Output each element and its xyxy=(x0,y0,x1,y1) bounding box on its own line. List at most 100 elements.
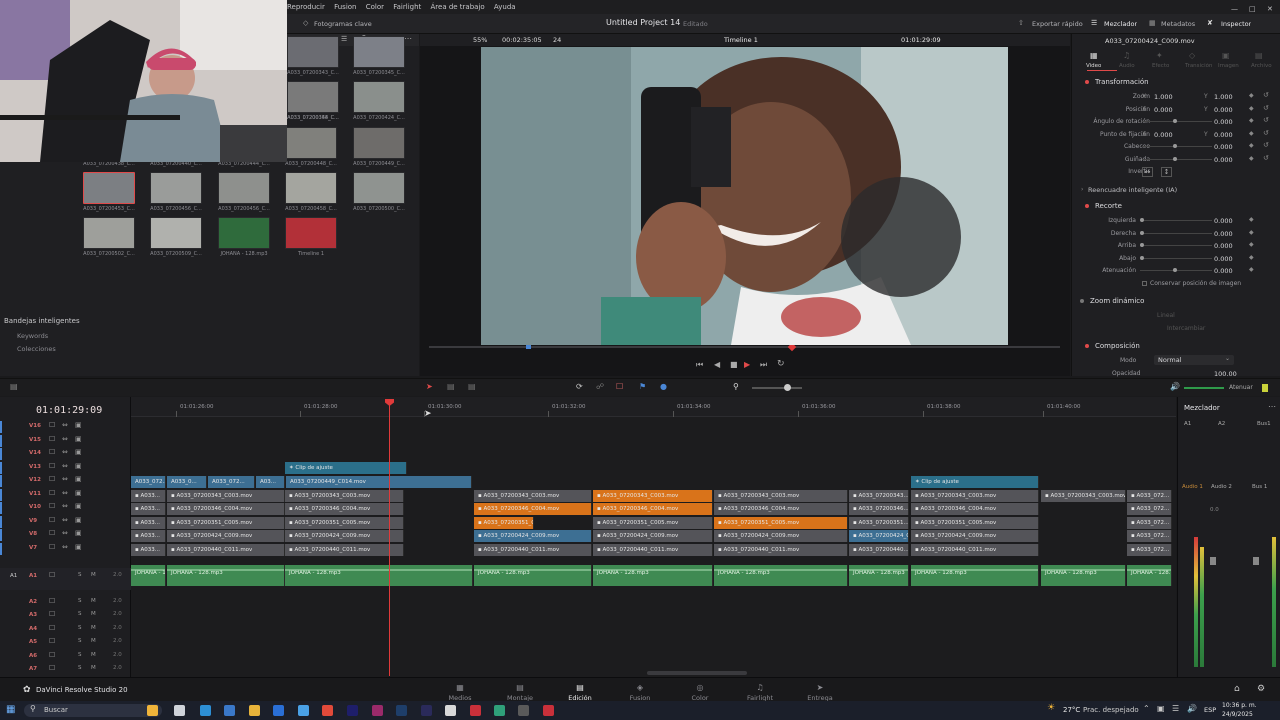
slider-handle[interactable] xyxy=(1173,119,1177,123)
lock-icon[interactable]: ☐ xyxy=(49,597,55,605)
timeline-clip[interactable]: ▪ A033_07200351_C005.mov xyxy=(593,517,713,529)
crop-slider[interactable] xyxy=(1140,245,1212,246)
timeline-clip[interactable]: ▪ A033_07200351_C0... xyxy=(474,517,534,529)
tab-edit[interactable]: ▤ Edición xyxy=(555,683,605,702)
dynamic-trim-icon[interactable]: ▤ xyxy=(468,382,476,391)
inspector-button[interactable]: Inspector xyxy=(1221,20,1251,28)
viewer-scrubber[interactable] xyxy=(429,346,1060,348)
quick-export-button[interactable]: Exportar rápido xyxy=(1032,20,1083,28)
menu-item-fusion[interactable]: Fusion xyxy=(334,0,356,14)
timeline-clip[interactable]: ▪ A033_07200346_C004.mov xyxy=(167,503,285,515)
keyframe-icon[interactable]: ◆ xyxy=(1249,216,1254,223)
keyframe-icon[interactable]: ◆ xyxy=(1249,254,1254,261)
timeline-clip[interactable]: ▪ A033... xyxy=(131,530,166,542)
wifi-icon[interactable]: ☰ xyxy=(1172,704,1179,713)
transform-slider[interactable] xyxy=(1142,146,1212,147)
timeline-clip[interactable]: ▪ A033... xyxy=(131,544,166,556)
timeline-clip[interactable]: A033_072... xyxy=(131,476,166,488)
video-track-header[interactable]: V15 ☐ ⇔ ▣ xyxy=(0,434,131,448)
inspector-tab-1[interactable]: Audio xyxy=(1119,63,1135,69)
capture-icon[interactable] xyxy=(543,705,554,716)
keyframe-icon[interactable]: ◆ xyxy=(1249,142,1254,149)
lock-icon[interactable]: ☐ xyxy=(49,462,55,470)
onenote-icon[interactable] xyxy=(372,705,383,716)
media-clip-thumbnail[interactable] xyxy=(285,217,337,249)
tab-deliver[interactable]: ➤ Entrega xyxy=(795,683,845,702)
viewer-zoom[interactable]: 55% xyxy=(473,36,487,44)
media-clip-thumbnail[interactable] xyxy=(353,36,405,68)
timeline-clip[interactable]: ▪ A033_07200343... xyxy=(849,490,909,502)
mute-track-button[interactable]: M xyxy=(91,665,96,671)
tab-fairlight[interactable]: ♫ Fairlight xyxy=(735,683,785,702)
video-track-header[interactable]: V16 ☐ ⇔ ▣ xyxy=(0,421,131,434)
crop-value[interactable]: 0.000 xyxy=(1214,242,1233,250)
crop-value[interactable]: 0.000 xyxy=(1214,255,1233,263)
list-view-icon[interactable]: ☰ xyxy=(341,35,347,43)
smart-bin-keywords[interactable]: Keywords xyxy=(17,332,48,340)
menu-item-color[interactable]: Color xyxy=(366,0,384,14)
slider-handle[interactable] xyxy=(1140,243,1144,247)
media-clip-thumbnail[interactable] xyxy=(218,172,270,204)
video-track-header[interactable]: V14 ☐ ⇔ ▣ xyxy=(0,448,131,461)
volume-icon[interactable]: 🔊 xyxy=(1187,704,1197,713)
media-clip-thumbnail[interactable] xyxy=(287,36,339,68)
lock-icon[interactable]: ☐ xyxy=(49,435,55,443)
timeline-clip[interactable]: ▪ A033_07200351_C005.mov xyxy=(911,517,1039,529)
marker-icon[interactable]: ● xyxy=(660,382,667,391)
solo-button[interactable]: S xyxy=(78,652,82,658)
home-icon[interactable]: ⌂ xyxy=(1234,684,1240,694)
disable-track-icon[interactable]: ▣ xyxy=(75,529,82,537)
export-icon[interactable]: ⇧ xyxy=(1018,19,1024,27)
transform-y-value[interactable]: 0.000 xyxy=(1214,118,1233,126)
clock-time[interactable]: 10:36 p. m. xyxy=(1222,702,1257,709)
audio-clip[interactable]: JOHANA - 128.mp3 xyxy=(474,565,592,586)
timeline-clip[interactable]: ▪ A033_072... xyxy=(1127,544,1172,556)
zoom-slider[interactable] xyxy=(752,387,802,389)
audio-track-header[interactable]: A6 ☐ S M 2.0 xyxy=(0,651,131,664)
reset-icon[interactable]: ↺ xyxy=(1263,104,1269,112)
edge-icon[interactable] xyxy=(200,705,211,716)
timeline-clip[interactable]: ▪ A033_07200343_C003.mov xyxy=(1041,490,1126,502)
keyframes-icon[interactable]: ◇ xyxy=(303,19,308,27)
timeline-clip[interactable]: ▪ A033_07200440_C011.mov xyxy=(714,544,848,556)
play-icon[interactable]: ▶ xyxy=(744,360,750,369)
solo-button[interactable]: S xyxy=(78,598,82,604)
clock-date[interactable]: 24/9/2025 xyxy=(1222,711,1253,718)
transform-y-value[interactable]: 0.000 xyxy=(1214,131,1233,139)
timeline-clip[interactable]: ▪ A033_07200440_C011.mov xyxy=(474,544,592,556)
lock-icon[interactable]: ☐ xyxy=(49,664,55,672)
inspector-tab-4[interactable]: Imagen xyxy=(1218,63,1239,69)
keyframe-icon[interactable]: ◆ xyxy=(1249,92,1254,99)
solo-button[interactable]: S xyxy=(78,638,82,644)
mixer-icon[interactable]: ☰ xyxy=(1091,19,1097,27)
settings-icon[interactable]: ⚙ xyxy=(1257,684,1265,694)
audio-clip[interactable]: JOHANA - 128.mp3 xyxy=(911,565,1039,586)
timeline-clip[interactable]: ▪ A033_07200343_C003.mov xyxy=(593,490,713,502)
opera-icon[interactable] xyxy=(470,705,481,716)
more-icon[interactable]: ⋯ xyxy=(1268,402,1276,411)
keyframe-icon[interactable]: ◆ xyxy=(1249,117,1254,124)
transform-y-value[interactable]: 1.000 xyxy=(1214,93,1233,101)
loop-icon[interactable]: ↻ xyxy=(777,359,785,369)
keyframe-icon[interactable]: ◆ xyxy=(1249,241,1254,248)
audio-clip[interactable]: JOHANA - 128.mp3 xyxy=(1041,565,1126,586)
tab-cut[interactable]: ▤ Montaje xyxy=(495,683,545,702)
transform-y-value[interactable]: 0.000 xyxy=(1214,106,1233,114)
timeline-clip[interactable]: A033_07200449_C014.mov xyxy=(286,476,472,488)
timeline-clip[interactable]: ▪ A033_07200424_C009.mov xyxy=(593,530,713,542)
dynamic-zoom-section[interactable]: Zoom dinámico xyxy=(1080,297,1144,305)
crop-value[interactable]: 0.000 xyxy=(1214,267,1233,275)
stop-icon[interactable]: ■ xyxy=(730,360,738,369)
slider-handle[interactable] xyxy=(1173,144,1177,148)
timeline-clip[interactable]: ▪ A033_07200346_C004.mov xyxy=(911,503,1039,515)
media-clip-thumbnail[interactable] xyxy=(353,81,405,113)
crop-value[interactable]: 0.000 xyxy=(1214,217,1233,225)
audio-track-header[interactable]: A7 ☐ S M 2.0 xyxy=(0,664,131,677)
audio-track-header[interactable]: A1 A1 ☐ S M 2.0 xyxy=(0,568,131,590)
disable-track-icon[interactable]: ▣ xyxy=(75,421,82,429)
lock-icon[interactable]: ☐ xyxy=(49,516,55,524)
chevron-right-icon[interactable]: › xyxy=(1081,186,1083,193)
media-clip-thumbnail[interactable] xyxy=(353,127,405,159)
tab-color[interactable]: ◎ Color xyxy=(675,683,725,702)
keep-image-position-checkbox[interactable]: Conservar posición de imagen xyxy=(1142,280,1241,287)
